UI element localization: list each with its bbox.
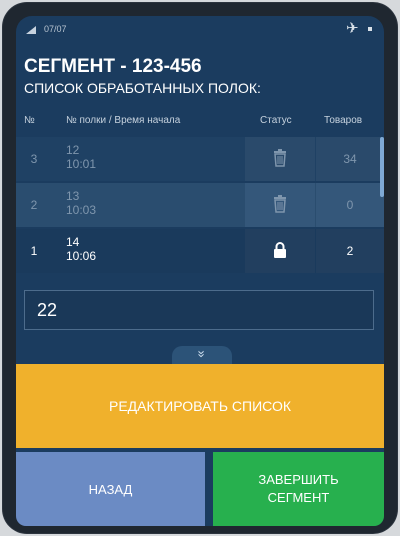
column-header-status: Статус <box>260 115 292 126</box>
column-header-number: № <box>24 115 35 126</box>
expand-button[interactable]: » <box>172 346 232 364</box>
shelf-number-input[interactable]: 22 <box>24 290 374 330</box>
start-time: 10:01 <box>66 157 97 171</box>
row-status <box>245 183 315 227</box>
row-count: 2 <box>346 244 354 258</box>
row-count: 34 <box>343 152 357 166</box>
finish-label-line-2: СЕГМЕНТ <box>267 490 330 505</box>
list-scrollbar[interactable] <box>380 137 384 197</box>
shelf-number: 12 <box>66 143 80 157</box>
table-row[interactable]: 3 12 10:01 34 <box>16 137 384 181</box>
page-title: СЕГМЕНТ - 123-456 <box>24 56 202 77</box>
row-count-cell: 34 <box>316 137 384 181</box>
column-header-count: Товаров <box>324 115 363 126</box>
trash-icon[interactable] <box>273 195 287 213</box>
row-count-cell: 2 <box>316 229 384 273</box>
battery-icon <box>368 27 372 31</box>
trash-icon[interactable] <box>273 149 287 167</box>
row-status <box>245 137 315 181</box>
chevron-double-down-icon: » <box>194 350 210 358</box>
finish-segment-button[interactable]: ЗАВЕРШИТЬ СЕГМЕНТ <box>213 452 384 526</box>
edit-list-button[interactable]: РЕДАКТИРОВАТЬ СПИСОК <box>16 364 384 448</box>
row-count-cell: 0 <box>316 183 384 227</box>
finish-label-line-1: ЗАВЕРШИТЬ <box>258 472 339 487</box>
row-shelf: 13 10:03 <box>66 189 96 217</box>
status-time: 07/07 <box>44 24 67 34</box>
shelf-number: 13 <box>66 189 80 203</box>
status-bar: 07/07 ✈ <box>16 16 384 44</box>
lock-icon <box>274 242 286 258</box>
row-number: 1 <box>30 244 38 258</box>
shelf-number: 14 <box>66 235 80 249</box>
start-time: 10:06 <box>66 249 97 263</box>
signal-icon <box>26 26 36 34</box>
column-header-shelf-time: № полки / Время начала <box>66 115 181 126</box>
shelf-list: 3 12 10:01 34 2 13 10:03 0 1 14 10:06 2 <box>16 137 384 275</box>
table-row[interactable]: 1 14 10:06 2 <box>16 229 384 273</box>
device-frame: 07/07 ✈ СЕГМЕНТ - 123-456 СПИСОК ОБРАБОТ… <box>3 3 397 533</box>
row-number: 2 <box>30 198 38 212</box>
row-count: 0 <box>346 198 354 212</box>
row-status <box>245 229 315 273</box>
start-time: 10:03 <box>66 203 97 217</box>
airplane-icon: ✈ <box>346 20 359 37</box>
row-shelf: 12 10:01 <box>66 143 96 171</box>
page-subtitle: СПИСОК ОБРАБОТАННЫХ ПОЛОК: <box>24 80 261 96</box>
back-button[interactable]: НАЗАД <box>16 452 205 526</box>
table-row[interactable]: 2 13 10:03 0 <box>16 183 384 227</box>
app-screen: 07/07 ✈ СЕГМЕНТ - 123-456 СПИСОК ОБРАБОТ… <box>16 16 384 526</box>
finish-segment-label: ЗАВЕРШИТЬ СЕГМЕНТ <box>258 471 338 507</box>
row-shelf: 14 10:06 <box>66 235 96 263</box>
row-number: 3 <box>30 152 38 166</box>
table-header: № № полки / Время начала Статус Товаров <box>16 111 384 133</box>
